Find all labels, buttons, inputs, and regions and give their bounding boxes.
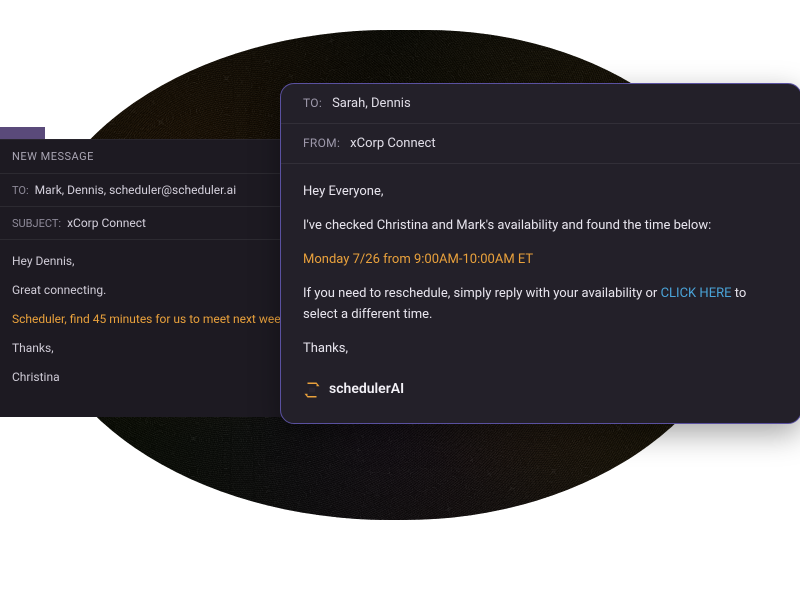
reply-card: TO: Sarah, Dennis FROM: xCorp Connect He… xyxy=(280,83,800,424)
scheduler-logo-icon xyxy=(303,381,321,399)
reply-intro: I've checked Christina and Mark's availa… xyxy=(303,216,779,236)
compose-to-value[interactable]: Mark, Dennis, scheduler@scheduler.ai xyxy=(35,183,236,197)
reply-to-row: TO: Sarah, Dennis xyxy=(281,84,800,124)
reply-proposed-slot: Monday 7/26 from 9:00AM-10:00AM ET xyxy=(303,250,779,270)
reply-reschedule-pre: If you need to reschedule, simply reply … xyxy=(303,286,661,301)
reply-brand-name: schedulerAI xyxy=(329,379,404,401)
reply-to-label: TO: xyxy=(303,96,322,110)
reply-from-row: FROM: xCorp Connect xyxy=(281,124,800,164)
reply-greeting: Hey Everyone, xyxy=(303,182,779,202)
reply-reschedule-link[interactable]: CLICK HERE xyxy=(661,286,732,301)
compose-to-label: TO: xyxy=(12,184,29,197)
reply-signoff: Thanks, xyxy=(303,339,779,359)
reply-from-label: FROM: xyxy=(303,136,340,150)
compose-subject-label: SUBJECT: xyxy=(12,217,61,230)
reply-to-value: Sarah, Dennis xyxy=(332,96,411,111)
reply-reschedule-line: If you need to reschedule, simply reply … xyxy=(303,284,779,324)
compose-subject-value[interactable]: xCorp Connect xyxy=(67,216,146,230)
reply-body: Hey Everyone, I've checked Christina and… xyxy=(281,164,800,423)
reply-from-value: xCorp Connect xyxy=(350,136,435,151)
reply-brand: schedulerAI xyxy=(303,379,779,401)
